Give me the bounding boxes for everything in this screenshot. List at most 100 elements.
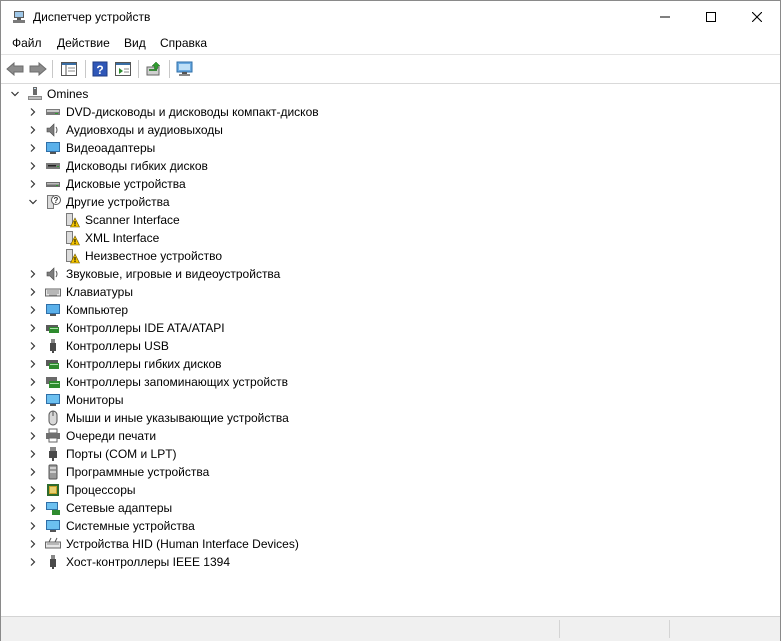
device-manager-window: Диспетчер устройств Файл Действие Вид Сп… xyxy=(0,0,781,641)
processor-icon xyxy=(45,482,61,498)
monitor-icon xyxy=(45,392,61,408)
menu-action[interactable]: Действие xyxy=(57,36,110,51)
tree-category[interactable]: Системные устройства xyxy=(1,517,780,535)
tree-device-label: Неизвестное устройство xyxy=(85,249,223,263)
chevron-right-icon[interactable] xyxy=(28,395,38,405)
tree-category[interactable]: Контроллеры USB xyxy=(1,337,780,355)
tree-category[interactable]: Дисководы гибких дисков xyxy=(1,157,780,175)
chevron-right-icon[interactable] xyxy=(28,305,38,315)
chevron-right-icon[interactable] xyxy=(28,521,38,531)
tree-category[interactable]: Контроллеры гибких дисков xyxy=(1,355,780,373)
tree-category-label: Устройства HID (Human Interface Devices) xyxy=(66,537,299,551)
toolbar-separator xyxy=(52,60,53,78)
chevron-right-icon[interactable] xyxy=(28,179,38,189)
tree-category-label: Хост-контроллеры IEEE 1394 xyxy=(66,555,230,569)
keyboard-icon xyxy=(45,284,61,300)
close-button[interactable] xyxy=(734,1,780,33)
minimize-button[interactable] xyxy=(642,1,688,33)
tree-category-label: Контроллеры IDE ATA/ATAPI xyxy=(66,321,225,335)
tree-category-label: Порты (COM и LPT) xyxy=(66,447,177,461)
tree-category-label: DVD-дисководы и дисководы компакт-дисков xyxy=(66,105,319,119)
chevron-right-icon[interactable] xyxy=(28,557,38,567)
back-button[interactable] xyxy=(5,59,25,79)
chevron-right-icon[interactable] xyxy=(28,413,38,423)
hid-icon xyxy=(45,536,61,552)
floppy-controller-icon xyxy=(45,356,61,372)
tree-category[interactable]: Контроллеры IDE ATA/ATAPI xyxy=(1,319,780,337)
chevron-right-icon[interactable] xyxy=(28,161,38,171)
tree-category[interactable]: Очереди печати xyxy=(1,427,780,445)
tree-category[interactable]: Процессоры xyxy=(1,481,780,499)
ide-controller-icon xyxy=(45,320,61,336)
tree-category[interactable]: Контроллеры запоминающих устройств xyxy=(1,373,780,391)
forward-button[interactable] xyxy=(28,59,48,79)
tree-category-label: Мыши и иные указывающие устройства xyxy=(66,411,289,425)
tree-category-label: Процессоры xyxy=(66,483,136,497)
tree-category[interactable]: ? Другие устройства xyxy=(1,193,780,211)
warning-device-icon xyxy=(64,248,80,264)
properties-button[interactable] xyxy=(113,59,133,79)
chevron-right-icon[interactable] xyxy=(28,287,38,297)
tree-device-label: Scanner Interface xyxy=(85,213,180,227)
show-hide-console-tree-button[interactable] xyxy=(59,59,79,79)
tree-category-label: Дисководы гибких дисков xyxy=(66,159,208,173)
tree-category[interactable]: Порты (COM и LPT) xyxy=(1,445,780,463)
computer-icon xyxy=(45,302,61,318)
chevron-down-icon[interactable] xyxy=(28,197,38,207)
tree-category[interactable]: Видеоадаптеры xyxy=(1,139,780,157)
tree-category[interactable]: Компьютер xyxy=(1,301,780,319)
tree-category[interactable]: Аудиовходы и аудиовыходы xyxy=(1,121,780,139)
tree-category-label: Другие устройства xyxy=(66,195,170,209)
menu-help[interactable]: Справка xyxy=(160,36,207,51)
chevron-right-icon[interactable] xyxy=(28,467,38,477)
toolbar-separator xyxy=(85,60,86,78)
tree-category[interactable]: Мониторы xyxy=(1,391,780,409)
tree-category[interactable]: Сетевые адаптеры xyxy=(1,499,780,517)
chevron-right-icon[interactable] xyxy=(28,449,38,459)
status-pane xyxy=(669,620,670,638)
chevron-down-icon[interactable] xyxy=(10,89,20,99)
ieee1394-icon xyxy=(45,554,61,570)
port-icon xyxy=(45,446,61,462)
tree-device[interactable]: XML Interface xyxy=(1,229,780,247)
menu-file[interactable]: Файл xyxy=(12,36,42,51)
tree-category-label: Контроллеры USB xyxy=(66,339,169,353)
tree-category[interactable]: Дисковые устройства xyxy=(1,175,780,193)
speaker-icon xyxy=(45,266,61,282)
menu-bar: Файл Действие Вид Справка xyxy=(1,33,780,54)
tree-category[interactable]: Хост-контроллеры IEEE 1394 xyxy=(1,553,780,571)
chevron-right-icon[interactable] xyxy=(28,341,38,351)
tree-category-label: Системные устройства xyxy=(66,519,195,533)
tree-category[interactable]: Клавиатуры xyxy=(1,283,780,301)
tree-device[interactable]: Неизвестное устройство xyxy=(1,247,780,265)
chevron-right-icon[interactable] xyxy=(28,107,38,117)
tree-category-label: Очереди печати xyxy=(66,429,157,443)
tree-category[interactable]: Звуковые, игровые и видеоустройства xyxy=(1,265,780,283)
menu-view[interactable]: Вид xyxy=(124,36,146,51)
title-bar[interactable]: Диспетчер устройств xyxy=(1,1,780,33)
device-tree[interactable]: Omines DVD-дисководы и дисководы компакт… xyxy=(1,84,780,614)
tree-category[interactable]: Программные устройства xyxy=(1,463,780,481)
chevron-right-icon[interactable] xyxy=(28,269,38,279)
chevron-right-icon[interactable] xyxy=(28,323,38,333)
chevron-right-icon[interactable] xyxy=(28,539,38,549)
chevron-right-icon[interactable] xyxy=(28,377,38,387)
chevron-right-icon[interactable] xyxy=(28,503,38,513)
chevron-right-icon[interactable] xyxy=(28,143,38,153)
tree-category[interactable]: DVD-дисководы и дисководы компакт-дисков xyxy=(1,103,780,121)
help-button[interactable]: ? xyxy=(90,59,110,79)
unknown-device-icon: ? xyxy=(45,194,61,210)
maximize-button[interactable] xyxy=(688,1,734,33)
chevron-right-icon[interactable] xyxy=(28,485,38,495)
scan-hardware-changes-button[interactable] xyxy=(175,59,195,79)
update-driver-button[interactable] xyxy=(144,59,164,79)
tree-category[interactable]: Устройства HID (Human Interface Devices) xyxy=(1,535,780,553)
chevron-right-icon[interactable] xyxy=(28,125,38,135)
tree-device[interactable]: Scanner Interface xyxy=(1,211,780,229)
tree-root[interactable]: Omines xyxy=(1,85,780,103)
chevron-right-icon[interactable] xyxy=(28,359,38,369)
tree-category[interactable]: Мыши и иные указывающие устройства xyxy=(1,409,780,427)
chevron-right-icon[interactable] xyxy=(28,431,38,441)
tree-category-label: Клавиатуры xyxy=(66,285,133,299)
toolbar: ? xyxy=(1,54,780,84)
